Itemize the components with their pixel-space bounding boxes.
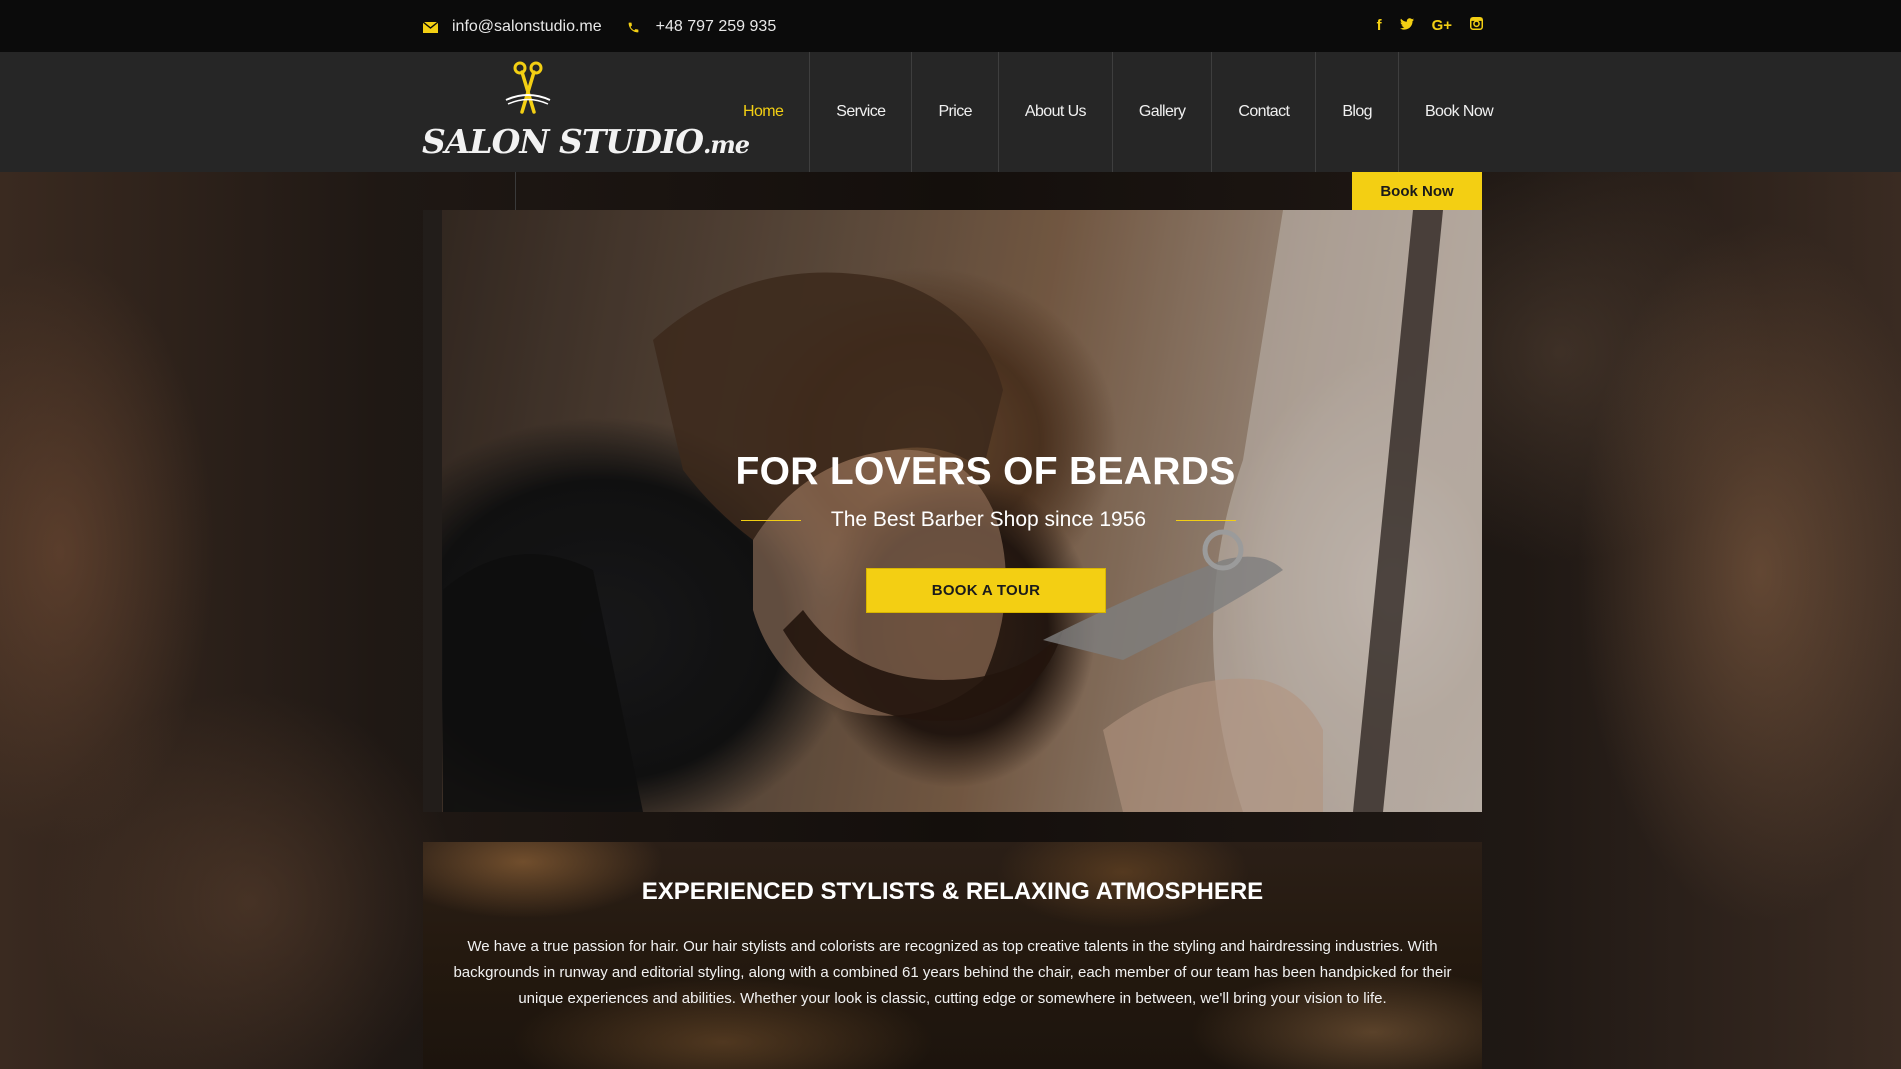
nav-book-now[interactable]: Book Now <box>1399 52 1519 172</box>
decorative-line-right <box>1176 519 1236 521</box>
site-logo[interactable]: SALON STUDIO.me <box>422 60 750 168</box>
decorative-line-left <box>741 519 801 521</box>
hero-title: FOR LOVERS OF BEARDS <box>735 450 1236 493</box>
nav-home[interactable]: Home <box>717 52 811 172</box>
nav-contact[interactable]: Contact <box>1212 52 1317 172</box>
google-plus-icon[interactable]: G+ <box>1432 17 1452 34</box>
contact-info: info@salonstudio.me +48 797 259 935 <box>422 18 800 36</box>
envelope-icon <box>422 21 438 33</box>
hero-banner: FOR LOVERS OF BEARDS The Best Barber Sho… <box>423 210 1482 812</box>
logo-wordmark: SALON STUDIO.me <box>422 122 750 161</box>
phone-text[interactable]: +48 797 259 935 <box>656 18 777 36</box>
book-a-tour-button[interactable]: BOOK A TOUR <box>866 568 1106 613</box>
about-section: EXPERIENCED STYLISTS & RELAXING ATMOSPHE… <box>423 842 1482 1069</box>
phone-icon <box>626 21 642 34</box>
email-text[interactable]: info@salonstudio.me <box>452 18 602 36</box>
section-title: EXPERIENCED STYLISTS & RELAXING ATMOSPHE… <box>641 878 1264 905</box>
divider <box>515 172 516 210</box>
section-text: We have a true passion for hair. Our hai… <box>453 938 1452 1007</box>
main-nav: Home Service Price About Us Gallery Cont… <box>717 52 1519 172</box>
email-item[interactable]: info@salonstudio.me <box>422 18 602 36</box>
book-now-button[interactable]: Book Now <box>1352 172 1482 210</box>
nav-gallery[interactable]: Gallery <box>1113 52 1213 172</box>
nav-price[interactable]: Price <box>912 52 999 172</box>
phone-item[interactable]: +48 797 259 935 <box>626 18 777 36</box>
nav-blog[interactable]: Blog <box>1316 52 1399 172</box>
hero-subtitle: The Best Barber Shop since 1956 <box>830 508 1147 531</box>
nav-about-us[interactable]: About Us <box>999 52 1113 172</box>
social-links: f G+ <box>1377 17 1483 34</box>
instagram-icon[interactable] <box>1470 17 1483 34</box>
facebook-icon[interactable]: f <box>1377 17 1382 34</box>
main-header: SALON STUDIO.me Home Service Price About… <box>0 52 1901 172</box>
scissors-icon <box>505 61 551 114</box>
twitter-icon[interactable] <box>1399 17 1414 34</box>
hero-subtitle-wrap: The Best Barber Shop since 1956 <box>741 505 1236 535</box>
top-bar: info@salonstudio.me +48 797 259 935 f G+ <box>0 0 1901 52</box>
nav-service[interactable]: Service <box>810 52 913 172</box>
